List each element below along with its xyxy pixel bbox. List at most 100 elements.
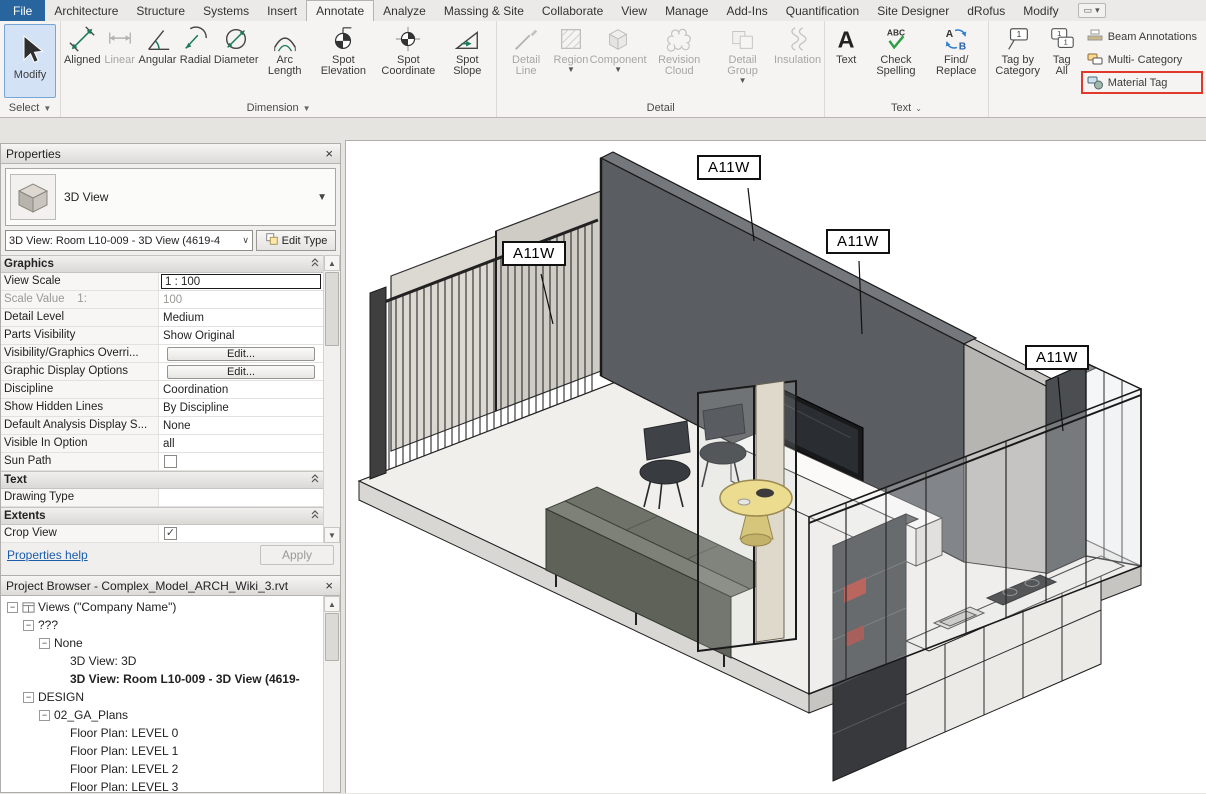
scroll-up-icon[interactable]: ▲ bbox=[324, 596, 340, 612]
tree-expander-icon[interactable]: − bbox=[7, 602, 18, 613]
close-icon[interactable]: × bbox=[323, 578, 335, 593]
tool-diameter[interactable]: Diameter bbox=[214, 23, 258, 99]
checkbox[interactable] bbox=[164, 455, 177, 468]
tool-find-replace[interactable]: AB Find/ Replace bbox=[928, 23, 985, 99]
type-selector[interactable]: 3D View ▼ bbox=[5, 168, 336, 226]
tool-tag-all[interactable]: 11 Tag All bbox=[1044, 23, 1080, 99]
tool-angular[interactable]: Angular bbox=[139, 23, 177, 99]
scroll-down-icon[interactable]: ▼ bbox=[324, 527, 340, 543]
tool-spot-slope[interactable]: Spot Slope bbox=[441, 23, 493, 99]
property-row[interactable]: Parts Visibility Show Original bbox=[1, 327, 323, 345]
value-text[interactable]: Show Original bbox=[161, 330, 237, 342]
tool-spot-elevation[interactable]: Spot Elevation bbox=[311, 23, 375, 99]
tool-detail-line[interactable]: Detail Line bbox=[500, 23, 552, 99]
property-row[interactable]: Discipline Coordination bbox=[1, 381, 323, 399]
browser-scrollbar[interactable]: ▲ bbox=[323, 596, 340, 792]
tool-tag-by-category[interactable]: 1 Tag by Category bbox=[992, 23, 1044, 99]
property-row[interactable]: Visible In Option all bbox=[1, 435, 323, 453]
tool-linear[interactable]: Linear bbox=[102, 23, 138, 99]
wall-tag[interactable]: A11W bbox=[502, 241, 566, 266]
tab-quantification[interactable]: Quantification bbox=[777, 0, 868, 21]
tool-revision-cloud[interactable]: Revision Cloud bbox=[647, 23, 711, 99]
tab-view[interactable]: View bbox=[612, 0, 656, 21]
scrollbar-thumb[interactable] bbox=[325, 272, 339, 346]
tool-insulation[interactable]: Insulation bbox=[774, 23, 821, 99]
apply-button[interactable]: Apply bbox=[260, 545, 334, 565]
tool-arc-length[interactable]: Arc Length bbox=[259, 23, 310, 99]
section-extents[interactable]: Extents bbox=[1, 507, 323, 525]
tool-multi-category[interactable]: Multi- Category bbox=[1083, 50, 1201, 69]
properties-help-link[interactable]: Properties help bbox=[7, 548, 88, 562]
tab-file[interactable]: File bbox=[0, 0, 45, 21]
scroll-up-icon[interactable]: ▲ bbox=[324, 255, 340, 271]
chevron-down-icon[interactable]: ▼ bbox=[317, 192, 331, 203]
property-row[interactable]: Visibility/Graphics Overri... Edit... bbox=[1, 345, 323, 363]
value-text[interactable]: all bbox=[161, 438, 177, 450]
modify-button[interactable]: Modify bbox=[4, 24, 56, 98]
value-text[interactable]: Medium bbox=[161, 312, 206, 324]
tree-item-design[interactable]: − DESIGN bbox=[1, 688, 323, 706]
tool-aligned[interactable]: Aligned bbox=[64, 23, 101, 99]
collapse-chevron-icon[interactable] bbox=[310, 257, 320, 271]
scrollbar-thumb[interactable] bbox=[325, 613, 339, 661]
tab-massing-site[interactable]: Massing & Site bbox=[435, 0, 533, 21]
section-graphics[interactable]: Graphics bbox=[1, 255, 323, 273]
properties-scrollbar[interactable]: ▲ ▼ bbox=[323, 255, 340, 543]
tab-annotate[interactable]: Annotate bbox=[306, 0, 374, 21]
value-text[interactable]: By Discipline bbox=[161, 402, 231, 414]
collapse-chevron-icon[interactable] bbox=[310, 509, 320, 523]
wall-tag[interactable]: A11W bbox=[826, 229, 890, 254]
wall-tag[interactable]: A11W bbox=[1025, 345, 1089, 370]
tree-item-[interactable]: − ??? bbox=[1, 616, 323, 634]
tool-component[interactable]: Component ▼ bbox=[590, 23, 646, 99]
checkbox[interactable]: ✓ bbox=[164, 527, 177, 540]
tree-expander-icon[interactable]: − bbox=[39, 710, 50, 721]
tab-structure[interactable]: Structure bbox=[127, 0, 194, 21]
tab-modify[interactable]: Modify bbox=[1014, 0, 1067, 21]
tree-item-floor-plan-level-0[interactable]: Floor Plan: LEVEL 0 bbox=[1, 724, 323, 742]
tab-add-ins[interactable]: Add-Ins bbox=[717, 0, 776, 21]
tab-site-designer[interactable]: Site Designer bbox=[868, 0, 958, 21]
tool-material-tag[interactable]: Material Tag bbox=[1083, 73, 1201, 92]
property-row[interactable]: Crop View ✓ bbox=[1, 525, 323, 543]
tab-drofus[interactable]: dRofus bbox=[958, 0, 1014, 21]
text-panel-caption[interactable]: Text⌄ bbox=[825, 99, 988, 117]
tool-check-spelling[interactable]: ABC Check Spelling bbox=[865, 23, 926, 99]
property-row[interactable]: View Scale 1 : 100 bbox=[1, 273, 323, 291]
property-row[interactable]: Graphic Display Options Edit... bbox=[1, 363, 323, 381]
section-text[interactable]: Text bbox=[1, 471, 323, 489]
tool-spot-coordinate[interactable]: Spot Coordinate bbox=[376, 23, 440, 99]
edit-type-button[interactable]: Edit Type bbox=[256, 230, 336, 251]
edit-button[interactable]: Edit... bbox=[167, 365, 314, 379]
drawing-area[interactable]: A11W A11W A11W A11W bbox=[345, 140, 1206, 793]
tool-detail-group[interactable]: Detail Group ▼ bbox=[712, 23, 773, 99]
value-text[interactable]: Coordination bbox=[161, 384, 230, 396]
property-row[interactable]: Drawing Type bbox=[1, 489, 323, 507]
tool-beam-annotations[interactable]: Beam Annotations bbox=[1083, 27, 1201, 46]
tree-item-3d-view-room-l10-009-3d-view-4619[interactable]: 3D View: Room L10-009 - 3D View (4619- bbox=[1, 670, 323, 688]
tree-expander-icon[interactable]: − bbox=[23, 692, 34, 703]
tab-insert[interactable]: Insert bbox=[258, 0, 306, 21]
property-row[interactable]: Scale Value 1: 100 bbox=[1, 291, 323, 309]
tab-manage[interactable]: Manage bbox=[656, 0, 717, 21]
value-input[interactable]: 1 : 100 bbox=[161, 274, 321, 289]
wall-tag[interactable]: A11W bbox=[697, 155, 761, 180]
tree-expander-icon[interactable]: − bbox=[39, 638, 50, 649]
tree-item-views-company-name[interactable]: − Views ("Company Name") bbox=[1, 598, 323, 616]
tool-text[interactable]: A Text bbox=[828, 23, 864, 99]
ribbon-display-toggle[interactable]: ▭ ▾ bbox=[1078, 3, 1106, 18]
value-text[interactable]: None bbox=[161, 420, 193, 432]
tab-systems[interactable]: Systems bbox=[194, 0, 258, 21]
tab-architecture[interactable]: Architecture bbox=[45, 0, 127, 21]
tool-region[interactable]: Region ▼ bbox=[553, 23, 589, 99]
corner-column[interactable] bbox=[370, 287, 386, 479]
property-row[interactable]: Show Hidden Lines By Discipline bbox=[1, 399, 323, 417]
select-panel-caption[interactable]: Select▼ bbox=[0, 99, 60, 117]
tab-collaborate[interactable]: Collaborate bbox=[533, 0, 612, 21]
project-browser-title-bar[interactable]: Project Browser - Complex_Model_ARCH_Wik… bbox=[1, 576, 340, 596]
value-text[interactable]: 100 bbox=[161, 294, 184, 306]
tree-expander-icon[interactable]: − bbox=[23, 620, 34, 631]
tree-item-floor-plan-level-1[interactable]: Floor Plan: LEVEL 1 bbox=[1, 742, 323, 760]
tree-item-floor-plan-level-3[interactable]: Floor Plan: LEVEL 3 bbox=[1, 778, 323, 792]
property-row[interactable]: Sun Path bbox=[1, 453, 323, 471]
